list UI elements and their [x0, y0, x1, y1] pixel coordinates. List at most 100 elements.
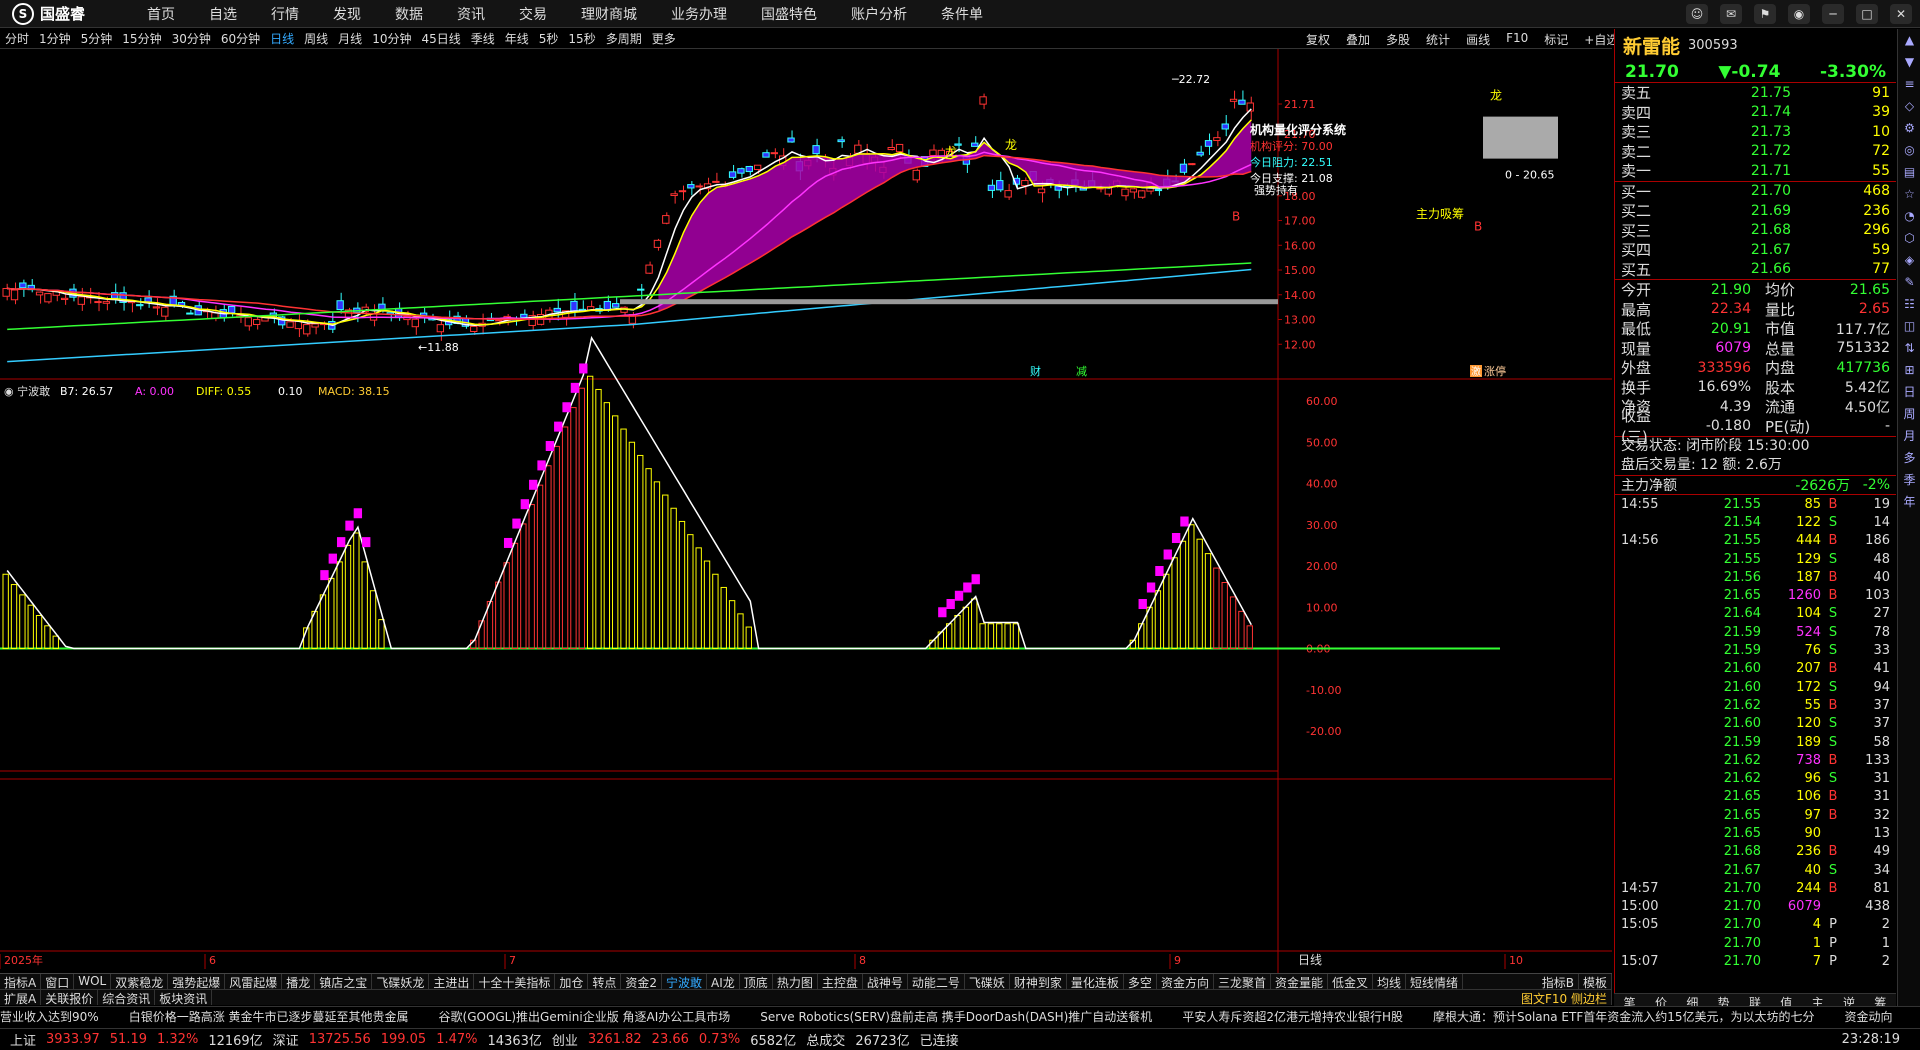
indicator-tab[interactable]: 指标A	[0, 974, 42, 989]
tick-row[interactable]: 14:55 21.55 85 B 19	[1615, 495, 1896, 513]
indicator-tab[interactable]: WOL	[74, 974, 112, 989]
tick-row[interactable]: 21.67 40 S 34	[1615, 861, 1896, 879]
indicator-tab[interactable]: 短线情绪	[1406, 974, 1464, 989]
indicator-tab[interactable]: 主控盘	[818, 974, 863, 989]
tick-row[interactable]: 21.55 129 S 48	[1615, 550, 1896, 568]
sidebar-period[interactable]: 年	[1898, 491, 1920, 513]
tick-row[interactable]: 15:05 21.70 4 P 2	[1615, 916, 1896, 934]
tick-row[interactable]: 21.62 96 S 31	[1615, 769, 1896, 787]
menu-item[interactable]: 数据	[378, 4, 440, 24]
news-item[interactable]: 摩根大通：预计Solana ETF首年资金流入约15亿美元，为以太坊的七分	[1433, 1008, 1815, 1025]
sidebar-period[interactable]: 多	[1898, 447, 1920, 469]
period-tab[interactable]: 季线	[466, 30, 500, 47]
user-icon[interactable]: ◉	[1788, 4, 1810, 24]
book-row[interactable]: 买一 21.70 468	[1621, 182, 1890, 202]
indicator-tab[interactable]: 财神到家	[1010, 974, 1067, 989]
menu-item[interactable]: 自选	[192, 4, 254, 24]
period-tab[interactable]: 年线	[500, 30, 534, 47]
tick-row[interactable]: 21.59 524 S 78	[1615, 623, 1896, 641]
indicator-tab[interactable]: 资金方向	[1157, 974, 1214, 989]
indicator-tab[interactable]: 多空	[1124, 974, 1157, 989]
sidebar-toggle[interactable]: 图文F10 侧边栏	[1517, 990, 1612, 1006]
news-item[interactable]: 平安人寿斥资超2亿港元增持农业银行H股	[1182, 1008, 1403, 1025]
menu-item[interactable]: 国盛特色	[744, 4, 834, 24]
kline-chart[interactable]: 21.7121.7018.0017.0016.0015.0014.0013.00…	[0, 49, 1612, 973]
menu-item[interactable]: 交易	[502, 4, 564, 24]
mail-icon[interactable]: ✉	[1720, 4, 1742, 24]
menu-item[interactable]: 条件单	[924, 4, 1000, 24]
tick-row[interactable]: 21.54 122 S 14	[1615, 513, 1896, 531]
period-tab[interactable]: 日线	[265, 30, 299, 47]
period-tab[interactable]: 月线	[333, 30, 367, 47]
toolbar-button[interactable]: 统计	[1420, 30, 1456, 49]
period-tab[interactable]: 60分钟	[216, 30, 265, 47]
menu-item[interactable]: 发现	[316, 4, 378, 24]
indicator-template-tab[interactable]: 指标B	[1538, 974, 1579, 989]
index-name[interactable]: 创业	[552, 1030, 578, 1049]
tick-row[interactable]: 14:57 21.70 244 B 81	[1615, 879, 1896, 897]
sidebar-icon[interactable]: ▼	[1898, 51, 1920, 73]
tick-row[interactable]: 21.62 738 B 133	[1615, 751, 1896, 769]
sidebar-icon[interactable]: ◎	[1898, 139, 1920, 161]
indicator-tab[interactable]: 主进出	[429, 974, 475, 989]
sidebar-period[interactable]: 周	[1898, 403, 1920, 425]
tick-row[interactable]: 14:56 21.55 444 B 186	[1615, 532, 1896, 550]
period-tab[interactable]: 5秒	[534, 30, 564, 47]
news-ticker[interactable]: 营业收入达到90% 白银价格一路高涨 黄金牛市已逐步蔓延至其他贵金属 谷歌(GOOG…	[0, 1006, 1920, 1026]
close-icon[interactable]: ✕	[1890, 4, 1912, 24]
indicator-tab[interactable]: 顶底	[740, 974, 773, 989]
period-tab[interactable]: 1分钟	[34, 30, 76, 47]
indicator-tab[interactable]: 均线	[1373, 974, 1407, 989]
book-row[interactable]: 买二 21.69 236	[1621, 201, 1890, 221]
indicator-tab[interactable]: 资金量能	[1271, 974, 1328, 989]
book-row[interactable]: 卖五 21.75 91	[1621, 83, 1890, 103]
indicator-tab[interactable]: 量化连板	[1067, 974, 1124, 989]
indicator-tab[interactable]: 宁波敢	[662, 974, 708, 989]
book-row[interactable]: 卖一 21.71 55	[1621, 161, 1890, 181]
tick-row[interactable]: 21.60 120 S 37	[1615, 715, 1896, 733]
indicator-tab[interactable]: 低金叉	[1328, 974, 1373, 989]
indicator-template-tab[interactable]: 模板	[1579, 974, 1612, 989]
indicator-tab[interactable]: 双紫稳龙	[111, 974, 169, 989]
minimize-icon[interactable]: ─	[1822, 4, 1844, 24]
menu-item[interactable]: 账户分析	[834, 4, 924, 24]
sidebar-icon[interactable]: ≡	[1898, 73, 1920, 95]
period-tab[interactable]: 分时	[0, 30, 34, 47]
sidebar-icon[interactable]: ◈	[1898, 249, 1920, 271]
book-row[interactable]: 卖二 21.72 72	[1621, 142, 1890, 162]
tick-row[interactable]: 21.65 97 B 32	[1615, 806, 1896, 824]
sidebar-period[interactable]: 月	[1898, 425, 1920, 447]
period-tab[interactable]: 15分钟	[117, 30, 166, 47]
sidebar-icon[interactable]: ✎	[1898, 271, 1920, 293]
period-tab[interactable]: 10分钟	[367, 30, 416, 47]
indicator-tab[interactable]: 热力图	[773, 974, 818, 989]
tick-row[interactable]: 21.56 187 B 40	[1615, 568, 1896, 586]
tick-row[interactable]: 21.62 55 B 37	[1615, 696, 1896, 714]
news-item[interactable]: 谷歌(GOOGL)推出Gemini企业版 角逐AI办公工具市场	[439, 1008, 731, 1025]
period-tab[interactable]: 5分钟	[76, 30, 118, 47]
indicator-tab[interactable]: 播龙	[282, 974, 316, 989]
bottom-tab[interactable]: 扩展A	[0, 990, 42, 1006]
sidebar-period[interactable]: 季	[1898, 469, 1920, 491]
sidebar-icon[interactable]: ⇅	[1898, 337, 1920, 359]
book-row[interactable]: 卖四 21.74 39	[1621, 103, 1890, 123]
tick-row[interactable]: 21.65 1260 B 103	[1615, 586, 1896, 604]
sidebar-icon[interactable]: ⚙	[1898, 117, 1920, 139]
tick-row[interactable]: 21.65 106 B 31	[1615, 788, 1896, 806]
tick-row[interactable]: 15:00 21.70 6079 438	[1615, 898, 1896, 916]
bottom-tab[interactable]: 板块资讯	[155, 990, 213, 1006]
sidebar-icon[interactable]: ⬡	[1898, 227, 1920, 249]
period-tab[interactable]: 更多	[647, 30, 681, 47]
tick-row[interactable]: 21.59 76 S 33	[1615, 641, 1896, 659]
toolbar-button[interactable]: 叠加	[1340, 30, 1376, 49]
period-tab[interactable]: 多周期	[601, 30, 647, 47]
period-tab[interactable]: 30分钟	[167, 30, 216, 47]
indicator-tab[interactable]: 飞碟妖	[965, 974, 1010, 989]
index-name[interactable]: 深证	[273, 1030, 299, 1049]
menu-item[interactable]: 资讯	[440, 4, 502, 24]
tick-row[interactable]: 21.59 189 S 58	[1615, 733, 1896, 751]
indicator-tab[interactable]: 转点	[588, 974, 622, 989]
indicator-tab[interactable]: 战神号	[863, 974, 908, 989]
toolbar-button[interactable]: 标记	[1538, 30, 1574, 49]
sidebar-icon[interactable]: ▤	[1898, 161, 1920, 183]
